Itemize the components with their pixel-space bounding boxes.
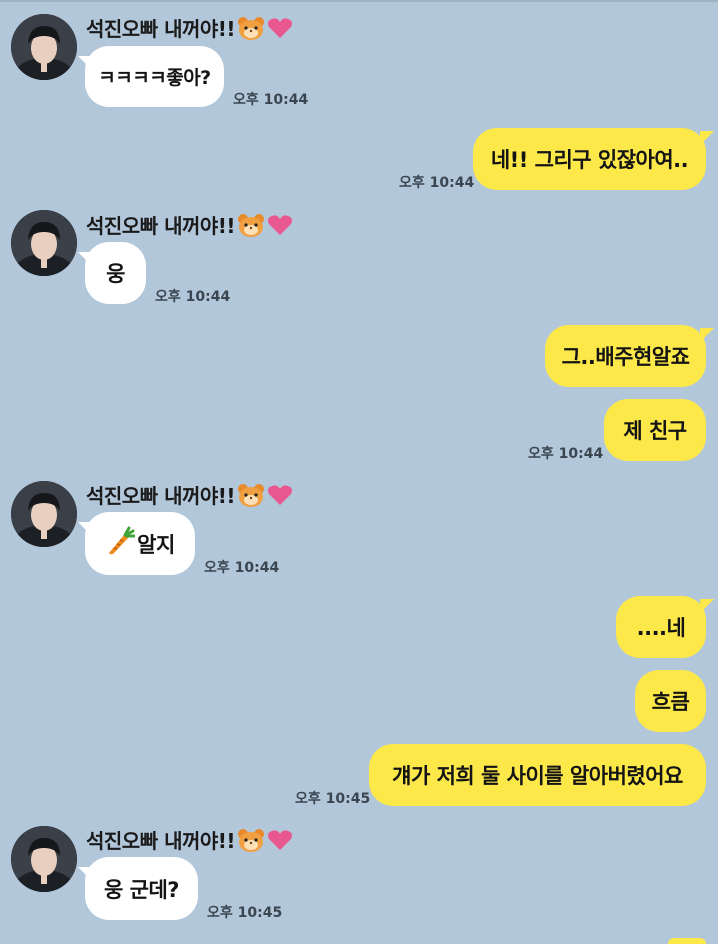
sender-name: 석진오빠 내꺼야!! — [86, 480, 293, 512]
avatar[interactable] — [11, 826, 77, 892]
avatar[interactable] — [11, 481, 77, 547]
message-text: 그..배주현알죠 — [561, 345, 690, 369]
message-time: 오후 10:45 — [207, 905, 283, 921]
message-time: 오후 10:44 — [233, 92, 309, 108]
message-time: 오후 10:45 — [295, 791, 371, 807]
sender-name: 석진오빠 내꺼야!! — [86, 825, 293, 857]
message-bubble[interactable]: 웅 군데? — [85, 857, 198, 920]
hamster-face-icon — [237, 213, 265, 242]
message-text: 걔가 저희 둘 사이를 알아버렸어요 — [392, 764, 683, 788]
bubble-tail — [700, 599, 714, 613]
message-text: 알지 — [137, 532, 175, 557]
message-text: 제 친구 — [623, 419, 687, 443]
hamster-face-icon — [237, 16, 265, 45]
message-text: 흐큼 — [651, 690, 690, 714]
message-time: 오후 10:44 — [399, 175, 475, 191]
message-bubble[interactable]: ....네 — [616, 596, 706, 658]
message-bubble[interactable]: ㅋㅋㅋㅋ좋아? — [85, 46, 224, 107]
hamster-face-icon — [237, 828, 265, 857]
sender-name: 석진오빠 내꺼야!! — [86, 210, 293, 242]
message-bubble[interactable]: 네!! 그리구 있잖아여.. — [473, 128, 706, 190]
pink-heart-icon — [267, 214, 293, 241]
message-bubble-partial[interactable] — [668, 938, 706, 944]
message-bubble[interactable]: 웅 — [85, 242, 146, 304]
message-time: 오후 10:44 — [528, 446, 604, 462]
message-text: ㅋㅋㅋㅋ좋아? — [98, 67, 211, 89]
message-text: 네!! 그리구 있잖아여.. — [490, 148, 689, 172]
hamster-face-icon — [237, 483, 265, 512]
message-text: ....네 — [636, 616, 686, 640]
message-bubble[interactable]: 알지 — [85, 512, 195, 575]
avatar[interactable] — [11, 210, 77, 276]
message-bubble[interactable]: 그..배주현알죠 — [545, 325, 706, 387]
pink-heart-icon — [267, 484, 293, 511]
message-time: 오후 10:44 — [155, 289, 231, 305]
message-text: 웅 군데? — [104, 877, 179, 902]
message-bubble[interactable]: 제 친구 — [604, 399, 706, 461]
bubble-tail — [700, 131, 714, 145]
avatar[interactable] — [11, 14, 77, 80]
window-top-border — [0, 0, 718, 2]
pink-heart-icon — [267, 829, 293, 856]
message-time: 오후 10:44 — [204, 560, 280, 576]
sender-name: 석진오빠 내꺼야!! — [86, 13, 293, 45]
carrot-icon — [105, 526, 136, 561]
message-bubble[interactable]: 걔가 저희 둘 사이를 알아버렸어요 — [369, 744, 706, 806]
message-text: 웅 — [106, 262, 125, 286]
message-bubble[interactable]: 흐큼 — [635, 670, 706, 732]
pink-heart-icon — [267, 17, 293, 44]
bubble-tail — [700, 328, 714, 342]
